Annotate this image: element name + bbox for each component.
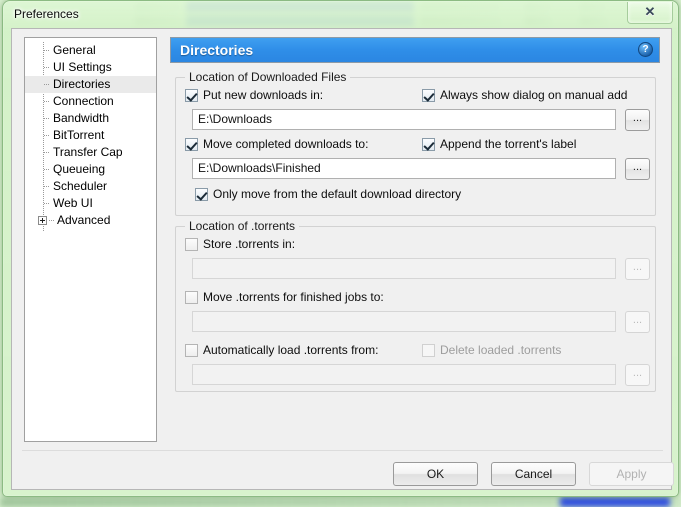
checkbox-label: Move .torrents for finished jobs to: [203,290,384,304]
sidebar-item-bandwidth[interactable]: Bandwidth [25,110,156,127]
checkbox-append-label[interactable]: Append the torrent's label [422,137,576,151]
browse-button-autoload-torrents[interactable]: ... [625,364,650,386]
browse-button-download-directory[interactable]: ... [625,109,650,131]
checkbox-icon [422,344,435,357]
sidebar-item-queueing[interactable]: Queueing [25,161,156,178]
checkbox-label: Automatically load .torrents from: [203,343,379,357]
group-label-torrents-location: Location of .torrents [185,219,300,233]
checkbox-label: Delete loaded .torrents [440,343,562,357]
tree-connector-icon [44,84,50,85]
sidebar-item-label: Connection [53,94,114,108]
sidebar-item-label: Web UI [53,196,93,210]
group-label-downloaded-files: Location of Downloaded Files [185,70,351,84]
checkbox-icon[interactable] [422,138,435,151]
checkbox-delete-loaded-torrents: Delete loaded .torrents [422,343,561,357]
browse-button-store-torrents[interactable]: ... [625,258,650,280]
tree-connector-icon [44,186,50,187]
checkbox-label: Append the torrent's label [440,137,577,151]
sidebar-item-advanced[interactable]: Advanced [25,212,156,229]
checkbox-put-new-downloads[interactable]: Put new downloads in: [185,88,323,102]
close-icon: ✕ [644,4,656,19]
checkbox-icon[interactable] [422,89,435,102]
checkbox-always-show-dialog[interactable]: Always show dialog on manual add [422,88,627,102]
sidebar-item-bittorrent[interactable]: BitTorrent [25,127,156,144]
field-autoload-torrents[interactable] [192,364,616,385]
sidebar-item-connection[interactable]: Connection [25,93,156,110]
sidebar-item-label: Bandwidth [53,111,110,125]
sidebar-item-transfer-cap[interactable]: Transfer Cap [25,144,156,161]
checkbox-autoload-torrents[interactable]: Automatically load .torrents from: [185,343,378,357]
field-download-directory[interactable]: E:\Downloads [192,109,616,130]
checkbox-icon[interactable] [195,188,208,201]
apply-button: Apply [589,462,674,486]
checkbox-move-completed[interactable]: Move completed downloads to: [185,137,368,151]
cancel-button[interactable]: Cancel [491,462,576,486]
title-bar: Preferences ✕ [3,1,678,28]
tree-connector-icon [44,50,50,51]
browse-button-completed-directory[interactable]: ... [625,158,650,180]
sidebar-item-label: Transfer Cap [53,145,123,159]
bg-blur-row [560,497,670,507]
sidebar-item-label: Directories [53,77,111,91]
settings-tree[interactable]: General UI Settings Directories Connecti… [24,37,157,442]
checkbox-store-torrents[interactable]: Store .torrents in: [185,237,295,251]
preferences-window: Preferences ✕ General UI Settings Direct… [2,0,679,497]
tree-connector-icon [49,220,55,221]
browse-button-move-finished-torrents[interactable]: ... [625,311,650,333]
field-move-finished-torrents[interactable] [192,311,616,332]
checkbox-label: Put new downloads in: [203,88,324,102]
tree-connector-icon [44,152,50,153]
sidebar-item-label: Scheduler [53,179,108,193]
checkbox-label: Only move from the default download dire… [213,187,462,201]
footer-separator [22,450,663,451]
checkbox-only-move-default[interactable]: Only move from the default download dire… [195,187,461,201]
help-glyph: ? [642,44,649,55]
dialog-client-area: General UI Settings Directories Connecti… [11,28,674,490]
sidebar-item-label: BitTorrent [53,128,105,142]
checkbox-icon[interactable] [185,238,198,251]
tree-connector-icon [44,135,50,136]
tree-connector-icon [44,101,50,102]
sidebar-item-label: UI Settings [53,60,112,74]
help-icon[interactable]: ? [638,42,653,57]
sidebar-item-web-ui[interactable]: Web UI [25,195,156,212]
sidebar-item-general[interactable]: General [25,42,156,59]
checkbox-label: Move completed downloads to: [203,137,369,151]
checkbox-icon[interactable] [185,291,198,304]
sidebar-item-label: Advanced [57,213,111,227]
checkbox-icon[interactable] [185,138,198,151]
tree-connector-icon [44,203,50,204]
checkbox-label: Always show dialog on manual add [440,88,628,102]
close-button[interactable]: ✕ [627,2,673,24]
checkbox-icon[interactable] [185,89,198,102]
sidebar-item-scheduler[interactable]: Scheduler [25,178,156,195]
checkbox-label: Store .torrents in: [203,237,296,251]
panel-header: Directories ? [170,37,660,63]
field-store-torrents[interactable] [192,258,616,279]
expand-plus-icon[interactable] [38,216,47,225]
settings-panel: Directories ? Location of Downloaded Fil… [170,37,660,442]
sidebar-item-label: General [53,43,96,57]
sidebar-item-ui-settings[interactable]: UI Settings [25,59,156,76]
checkbox-icon[interactable] [185,344,198,357]
tree-connector-icon [44,67,50,68]
tree-connector-icon [44,118,50,119]
sidebar-item-directories[interactable]: Directories [25,76,156,93]
ok-button[interactable]: OK [393,462,478,486]
checkbox-move-finished-torrents[interactable]: Move .torrents for finished jobs to: [185,290,384,304]
window-title: Preferences [14,7,79,21]
field-completed-directory[interactable]: E:\Downloads\Finished [192,158,616,179]
sidebar-item-label: Queueing [53,162,106,176]
tree-connector-icon [44,169,50,170]
page-title: Directories [180,42,254,58]
